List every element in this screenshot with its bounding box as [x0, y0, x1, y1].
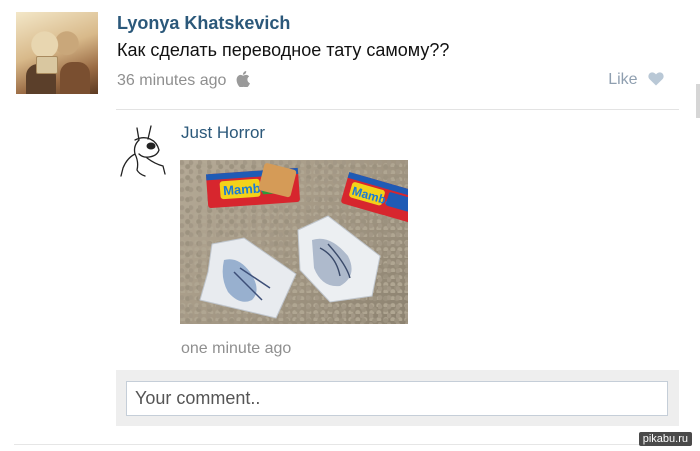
reply-author-name[interactable]: Just Horror [181, 123, 265, 143]
post-meta: 36 minutes ago [117, 71, 250, 90]
heart-icon [648, 72, 664, 86]
comment-composer [116, 370, 679, 426]
post-author-name[interactable]: Lyonya Khatskevich [117, 13, 290, 34]
like-button[interactable]: Like [608, 71, 664, 89]
comment-input[interactable] [126, 381, 668, 416]
avatar-figure-right [60, 62, 90, 94]
tattoo-sheet-right [297, 215, 381, 303]
like-label: Like [608, 71, 638, 88]
tattoo-sheet-left [199, 237, 297, 319]
apple-icon [236, 71, 250, 87]
attached-photo[interactable]: Mamba Mamba [180, 160, 408, 324]
post-timestamp[interactable]: 36 minutes ago [117, 72, 226, 89]
author-avatar[interactable] [16, 12, 98, 94]
scrollbar-thumb[interactable] [696, 84, 700, 118]
divider [14, 444, 678, 445]
reply-timestamp[interactable]: one minute ago [181, 340, 291, 358]
avatar-laptop [36, 56, 58, 74]
divider [116, 109, 679, 110]
reply-avatar[interactable] [117, 122, 171, 180]
site-watermark: pikabu.ru [638, 432, 692, 446]
candy-wrapper-right: Mamba [341, 172, 408, 225]
post-text: Как сделать переводное тату самому?? [117, 40, 450, 60]
